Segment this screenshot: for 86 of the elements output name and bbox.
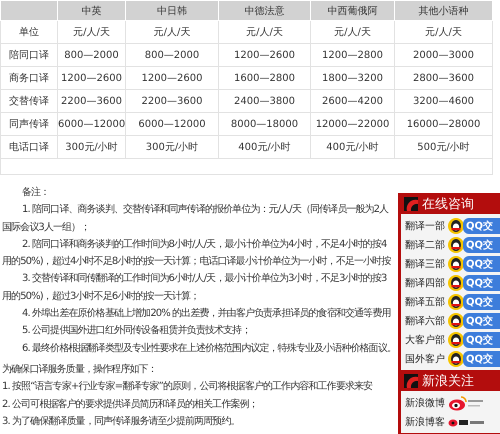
penguin-icon — [448, 236, 464, 252]
penguin-icon — [448, 312, 464, 328]
column-header: 中西葡俄阿 — [310, 0, 394, 20]
chat-button[interactable]: QQ交 — [463, 350, 500, 366]
contact-label: 翻译一部 — [405, 220, 445, 232]
table-cell: 3200—4600 — [394, 90, 492, 112]
table-cell: 1200—2600 — [126, 66, 218, 90]
penguin-icon — [448, 256, 464, 272]
contact-label: 翻译三部 — [405, 258, 445, 270]
penguin-icon — [448, 350, 464, 366]
note-text: 2. 陪同口译和商务谈判的工作时间为8小时/人/天，最小计价单位为4小时，不足4小时的按4 — [22, 238, 386, 252]
table-cell: 2400—3800 — [218, 90, 310, 112]
table-cell: 2000—3000 — [394, 44, 492, 66]
contact-label: 翻译四部 — [405, 276, 445, 290]
table-cell: 元/人/天 — [58, 20, 126, 44]
table-cell: 1200—2600 — [218, 44, 310, 66]
table-cell: 元/人/天 — [126, 20, 218, 44]
penguin-icon — [448, 274, 464, 290]
note-text: 1. 陪同口译、商务谈判、交替传译和同声传译的报价单位为：元/人/天（同传译员一般为2人 — [22, 202, 388, 218]
contact-label: 翻译五部 — [405, 296, 445, 308]
table-cell: 500元/小时 — [394, 136, 492, 158]
contact-label: 翻译六部 — [405, 314, 445, 328]
penguin-icon — [448, 218, 464, 234]
table-cell: 元/人/天 — [394, 20, 492, 44]
table-cell: 6000—12000 — [58, 112, 126, 136]
table-cell: 1200—2600 — [58, 66, 126, 90]
table-cell: 400元/小时 — [310, 136, 394, 158]
row-label: 陪同口译 — [0, 44, 58, 66]
table-cell: 300元/小时 — [126, 136, 218, 158]
chat-button[interactable]: QQ交 — [463, 312, 500, 328]
penguin-icon — [448, 294, 464, 310]
panel-title: 在线咨询 — [422, 196, 474, 212]
chat-button[interactable]: QQ交 — [463, 256, 500, 272]
chat-button[interactable]: QQ交 — [463, 218, 500, 234]
note-text: 4. 外埠出差在原价格基础上增加20% 的出差费，并由客户负责承担译员的食宿和交通等费用 — [22, 306, 391, 322]
table-cell: 800—2000 — [126, 44, 218, 66]
column-header: 中日韩 — [126, 0, 218, 20]
note-text: 5. 公司提供国外进口红外同传设备租赁并负责技术支持； — [22, 324, 250, 338]
contact-label: 大客户部 — [405, 334, 445, 346]
penguin-icon — [448, 332, 464, 348]
contact-label: 国外客户 — [405, 352, 445, 366]
row-label: 同声传译 — [0, 112, 58, 136]
notes-heading: 备注： — [22, 186, 50, 200]
table-cell: 元/人/天 — [310, 20, 394, 44]
table-cell: 8000—18000 — [218, 112, 310, 136]
row-label: 交替传译 — [0, 90, 58, 112]
row-label: 商务口译 — [0, 66, 58, 90]
panel-title: 新浪关注 — [422, 372, 474, 390]
table-cell: 400元/小时 — [218, 136, 310, 158]
contact-label: 翻译二部 — [405, 238, 445, 252]
table-cell: 2800—3600 — [394, 66, 492, 90]
table-cell: 2200—3600 — [126, 90, 218, 112]
chat-button[interactable]: QQ交 — [463, 274, 500, 290]
follow-label[interactable]: 新浪博客 — [405, 414, 445, 428]
table-cell: 1200—2800 — [310, 44, 394, 66]
table-cell: 元/人/天 — [218, 20, 310, 44]
note-text: 3. 交替传译和同传翻译的工作时间为6小时/人/天，最小计价单位为3小时，不足3小时的按3 — [22, 272, 386, 286]
logo-icon — [404, 374, 418, 388]
table-cell: 16000—28000 — [394, 112, 492, 136]
column-header: 中英 — [58, 0, 126, 20]
table-cell: 12000—22000 — [310, 112, 394, 136]
logo-icon — [404, 196, 418, 210]
table-cell: 2600—4200 — [310, 90, 394, 112]
table-cell: 800—2000 — [58, 44, 126, 66]
chat-button[interactable]: QQ交 — [463, 332, 500, 348]
chat-button[interactable]: QQ交 — [463, 236, 500, 252]
procedure-text: 2. 公司可根据客户的要求提供译员简历和译员的相关工作案例； — [2, 398, 258, 412]
column-header: 中德法意 — [218, 0, 310, 20]
note-text: 国际会议3人一组）； — [2, 220, 90, 235]
table-cell: 300元/小时 — [58, 136, 126, 158]
table-cell: 1800—3200 — [310, 66, 394, 90]
row-label: 电话口译 — [0, 136, 58, 158]
follow-label[interactable]: 新浪微博 — [405, 396, 445, 410]
row-label: 单位 — [0, 20, 58, 44]
table-cell: 1600—2800 — [218, 66, 310, 90]
note-text: 用的50%)，超过3小时不足6小时的按一天计算； — [2, 290, 200, 304]
eye-logo-icon — [448, 394, 484, 410]
column-header: 其他小语种 — [394, 0, 492, 20]
procedure-heading: 为确保口译服务质量，操作程序如下： — [2, 362, 157, 377]
table-cell: 2200—3600 — [58, 90, 126, 112]
procedure-text: 1. 按照“语言专家+行业专家=翻译专家”的原则，公司将根据客户的工作内容和工作要求来安 — [2, 380, 372, 394]
note-text: 用的50%)，超过4小时不足8小时的按一天计算；电话口译最小计价单位为一小时，不足一小时按 — [2, 254, 390, 270]
chat-button[interactable]: QQ交 — [463, 294, 500, 310]
table-cell: 6000—12000 — [126, 112, 218, 136]
note-text: 6. 最终价格根据翻译类型及专业性要求在上述价格范围内议定，特殊专业及小语种价格面议。 — [22, 342, 396, 356]
procedure-text: 3. 为了确保翻译质量，同声传译服务请至少提前两周预约。 — [2, 414, 240, 429]
